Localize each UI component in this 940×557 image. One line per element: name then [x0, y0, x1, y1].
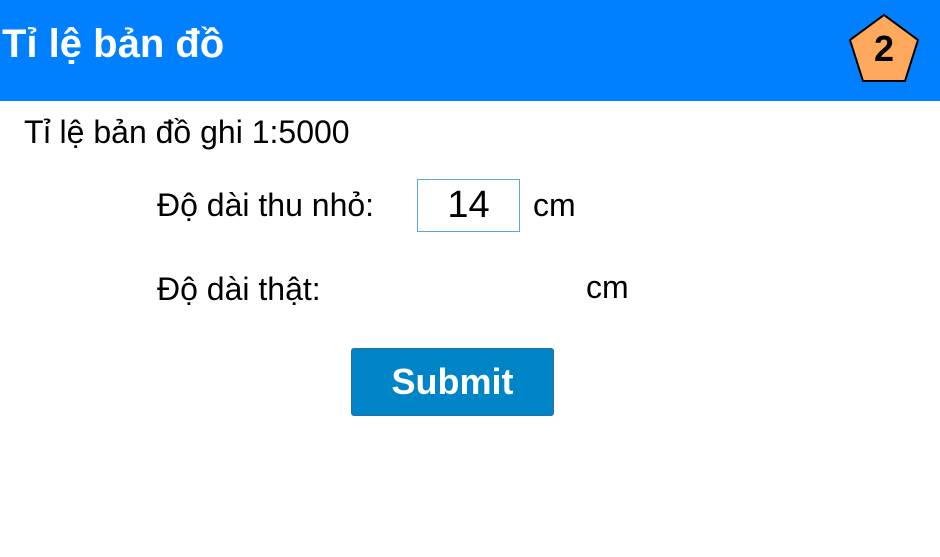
real-length-label: Độ dài thật: [157, 271, 321, 307]
page: Tỉ lệ bản đồ 2 Tỉ lệ bản đồ ghi 1:5000 Đ… [0, 0, 940, 557]
real-length-answer [360, 267, 570, 311]
question-number-badge: 2 [848, 13, 920, 83]
reduced-length-input[interactable] [417, 179, 520, 232]
page-title: Tỉ lệ bản đồ [2, 22, 225, 66]
header-bar: Tỉ lệ bản đồ 2 [0, 0, 940, 101]
question-number: 2 [873, 28, 895, 69]
reduced-length-unit: cm [533, 187, 576, 223]
scale-statement: Tỉ lệ bản đồ ghi 1:5000 [24, 114, 350, 150]
submit-button[interactable]: Submit [351, 348, 554, 416]
reduced-length-label: Độ dài thu nhỏ: [157, 187, 375, 223]
real-length-unit: cm [586, 269, 629, 305]
